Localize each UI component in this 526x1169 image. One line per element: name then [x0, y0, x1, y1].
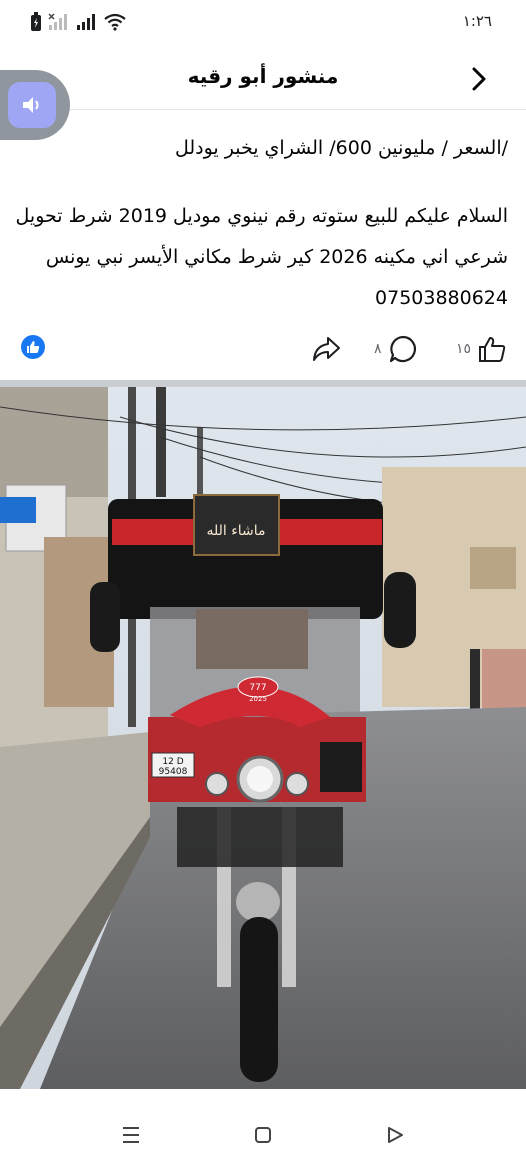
- status-time: ١:٢٦: [462, 12, 492, 30]
- recent-apps-icon: [123, 1127, 139, 1143]
- post-price-line: /السعر / مليونين 600/ الشراي يخبر يودلل: [174, 137, 508, 159]
- home-button[interactable]: [250, 1122, 276, 1148]
- post-header: منشور أبو رقيه: [0, 48, 526, 110]
- plate-number: 12 D: [162, 757, 183, 767]
- page-title: منشور أبو رقيه: [187, 64, 339, 88]
- signal-icon: [77, 14, 95, 30]
- reaction-summary[interactable]: [20, 334, 46, 360]
- thumbs-up-icon: [479, 337, 506, 362]
- status-bar: ١:٢٦: [0, 0, 526, 44]
- share-button[interactable]: [310, 334, 342, 364]
- like-count: ١٥: [456, 341, 472, 357]
- facebook-like-icon: [21, 335, 45, 359]
- banner-text: ماشاء الله: [206, 523, 265, 539]
- like-button[interactable]: ١٥: [456, 334, 507, 364]
- badge-text: 777: [249, 683, 266, 693]
- back-triangle-icon: [388, 1127, 403, 1143]
- back-button[interactable]: [464, 64, 494, 94]
- recent-apps-button[interactable]: [118, 1122, 144, 1148]
- comment-icon: [389, 335, 416, 363]
- post-body: السلام عليكم للبيع ستوته رقم نينوي موديل…: [15, 205, 508, 309]
- system-nav-bar: [0, 1100, 526, 1169]
- comment-button[interactable]: ٨: [374, 334, 418, 364]
- share-icon: [313, 337, 340, 361]
- system-back-button[interactable]: [382, 1122, 408, 1148]
- tuk-tuk-photo: ماشاء الله 12 D 95408 777 2025: [0, 387, 526, 1089]
- badge-year: 2025: [249, 695, 267, 703]
- status-icons: [30, 10, 126, 34]
- battery-icon: [31, 12, 41, 31]
- plate-serial: 95408: [159, 767, 188, 777]
- floating-bubble-button[interactable]: [8, 82, 56, 128]
- signal-empty-icon: [48, 13, 67, 30]
- comment-count: ٨: [374, 341, 382, 357]
- home-icon: [255, 1127, 271, 1143]
- post-actions: ٨ ١٥: [0, 326, 526, 372]
- divider: [0, 380, 526, 387]
- speaker-icon: [23, 97, 39, 113]
- wifi-icon: [104, 13, 126, 31]
- post-photo[interactable]: ماشاء الله 12 D 95408 777 2025: [0, 387, 526, 1089]
- chevron-right-icon: [472, 67, 486, 91]
